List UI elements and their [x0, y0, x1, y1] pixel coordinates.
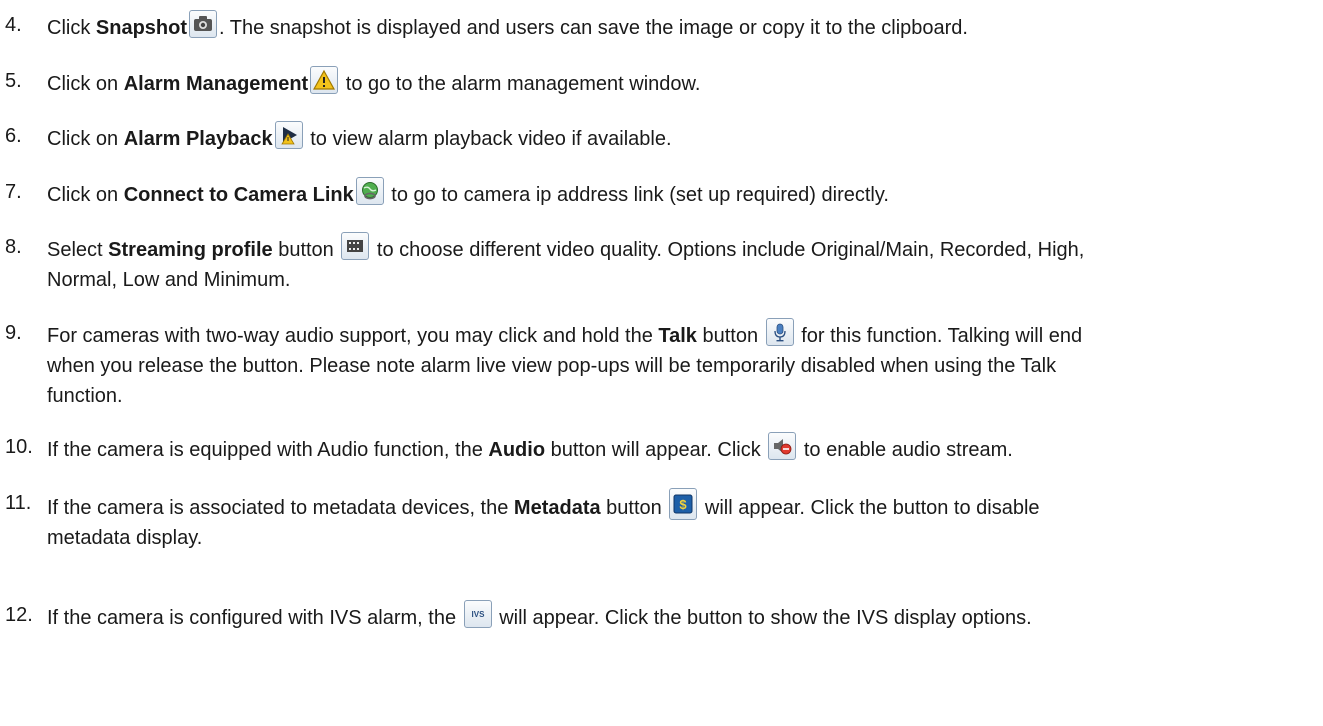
list-item-alarm-playback: 6. Click on Alarm Playback to view alarm…: [0, 121, 1300, 154]
list-item-streaming-profile: 8. Select Streaming profile button to ch…: [0, 232, 1300, 295]
list-item-audio: 10. If the camera is equipped with Audio…: [0, 432, 1300, 465]
item-number: 8.: [5, 236, 22, 258]
alarm-playback-label: Alarm Playback: [123, 128, 273, 150]
camera-link-label: Connect to Camera Link: [123, 184, 354, 206]
list-item-ivs: 12. If the camera is configured with IVS…: [0, 600, 1300, 633]
snapshot-label: Snapshot: [95, 17, 188, 39]
item-text: If the camera is associated to metadata …: [47, 488, 1300, 553]
item-text: Click on Alarm Management to go to the a…: [47, 66, 1300, 99]
microphone-icon: [765, 318, 794, 346]
instruction-list: 4. Click Snapshot. The snapshot is displ…: [0, 0, 1323, 726]
camera-icon: [189, 10, 218, 38]
item-text: If the camera is equipped with Audio fun…: [47, 432, 1300, 465]
item-number: 11.: [5, 492, 32, 514]
list-item-alarm-management: 5. Click on Alarm Management to go to th…: [0, 66, 1300, 99]
audio-label: Audio: [488, 439, 546, 461]
film-icon: [341, 232, 370, 260]
item-number: 10.: [5, 436, 33, 458]
playback-icon: [274, 121, 303, 149]
alarm-management-label: Alarm Management: [123, 73, 309, 95]
item-number: 5.: [5, 70, 22, 92]
list-item-snapshot: 4. Click Snapshot. The snapshot is displ…: [0, 10, 1300, 43]
item-text: Click Snapshot. The snapshot is displaye…: [47, 10, 1300, 43]
list-item-talk: 9. For cameras with two-way audio suppor…: [0, 318, 1300, 411]
item-text: Click on Connect to Camera Link to go to…: [47, 177, 1300, 210]
audio-muted-icon: [768, 432, 797, 460]
globe-link-icon: [355, 177, 384, 205]
ivs-icon-text: IVS: [471, 610, 485, 619]
list-item-camera-link: 7. Click on Connect to Camera Link to go…: [0, 177, 1300, 210]
metadata-label: Metadata: [513, 497, 601, 519]
item-text: Select Streaming profile button to choos…: [47, 232, 1300, 295]
item-number: 12.: [5, 604, 33, 626]
item-number: 6.: [5, 125, 22, 147]
talk-label: Talk: [658, 325, 697, 347]
metadata-dollar-icon: $: [669, 488, 698, 520]
item-number: 9.: [5, 322, 22, 344]
item-text: If the camera is configured with IVS ala…: [47, 600, 1300, 633]
svg-text:$: $: [680, 497, 688, 512]
list-item-metadata: 11. If the camera is associated to metad…: [0, 488, 1300, 553]
item-text: Click on Alarm Playback to view alarm pl…: [47, 121, 1300, 154]
item-number: 4.: [5, 14, 22, 36]
streaming-profile-label: Streaming profile: [108, 239, 273, 261]
item-number: 7.: [5, 181, 22, 203]
ivs-icon: IVS: [463, 600, 492, 628]
item-text: For cameras with two-way audio support, …: [47, 318, 1300, 411]
warning-icon: [310, 66, 339, 94]
